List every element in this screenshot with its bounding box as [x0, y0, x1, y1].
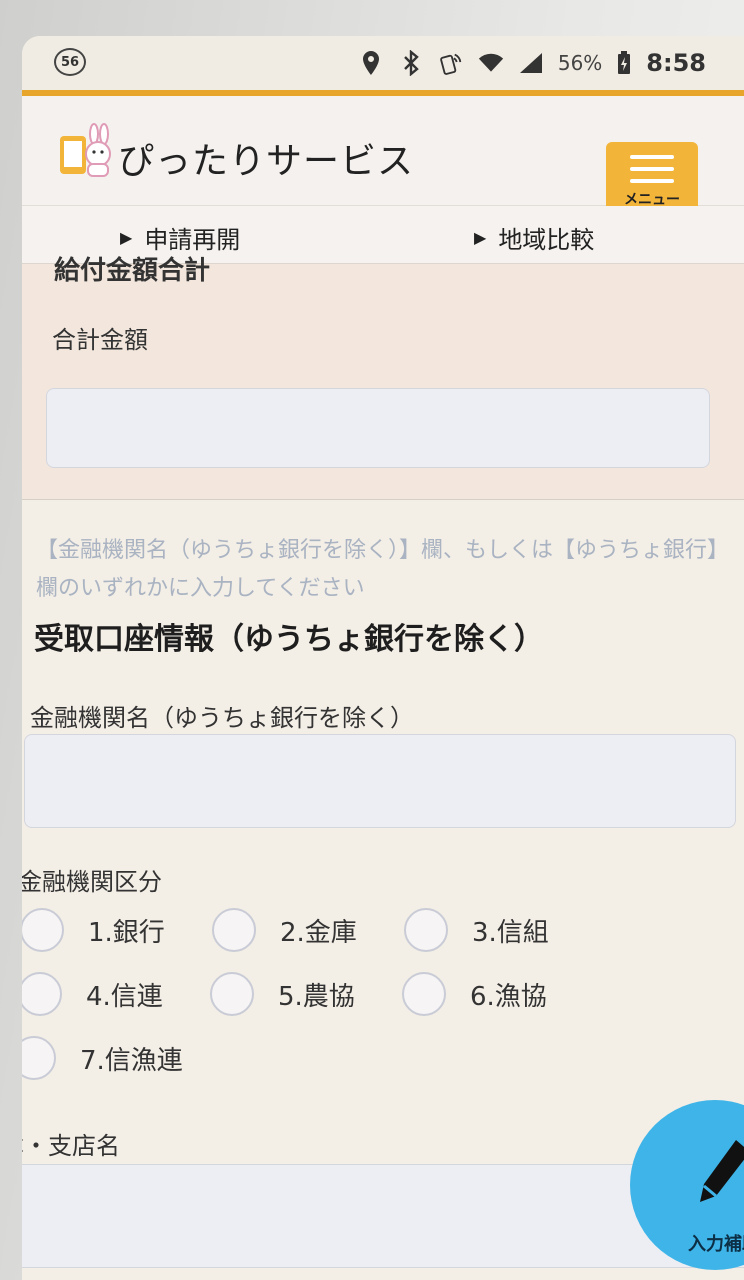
notification-badge: 56 [54, 48, 86, 76]
section-heading-cut-off: 給付金額合計 [54, 256, 211, 286]
total-amount-section: 給付金額合計 合計金額 [22, 256, 744, 500]
radio-option-gyokyo[interactable]: 6.漁協 [402, 972, 570, 1016]
triangle-right-icon: ▶ [120, 228, 133, 247]
radio-button[interactable] [212, 908, 256, 952]
section-title-bank-account: 受取口座情報（ゆうちょ銀行を除く） [34, 622, 544, 657]
radio-label: 3.信組 [472, 917, 549, 948]
battery-icon [616, 50, 632, 76]
radio-label: 2.金庫 [280, 917, 357, 948]
bank-name-label: 金融機関名（ゆうちょ銀行を除く） [30, 704, 414, 732]
radio-label: 5.農協 [278, 981, 355, 1012]
bank-name-input[interactable] [24, 734, 736, 828]
nav-link-region-compare[interactable]: ▶ 地域比較 [474, 220, 594, 255]
nfc-icon [438, 50, 464, 76]
fab-label: 入力補助 [688, 1234, 744, 1255]
radio-option-nokyo[interactable]: 5.農協 [210, 972, 378, 1016]
triangle-right-icon: ▶ [474, 228, 487, 247]
branch-name-label: 本・支店名 [22, 1132, 120, 1160]
form-content[interactable]: 給付金額合計 合計金額 【金融機関名（ゆうちょ銀行を除く）】欄、もしくは【ゆうち… [22, 256, 744, 1280]
bank-type-radio-row-1: 1.銀行 2.金庫 3.信組 [22, 908, 596, 952]
status-bar: 56 56% 8:58 [22, 36, 744, 90]
hamburger-icon [630, 155, 674, 183]
radio-button[interactable] [22, 972, 62, 1016]
bank-type-radio-row-3: 7.信漁連 [22, 1036, 244, 1080]
location-icon [358, 50, 384, 76]
battery-percent: 56% [557, 51, 603, 75]
clock: 8:58 [646, 49, 706, 77]
app-title: ぴったりサービス [118, 141, 415, 182]
total-amount-label: 合計金額 [52, 326, 148, 354]
radio-button[interactable] [402, 972, 446, 1016]
bank-type-label: 金融機関区分 [22, 868, 162, 896]
radio-label: 4.信連 [86, 981, 163, 1012]
input-hint: 【金融機関名（ゆうちょ銀行を除く）】欄、もしくは【ゆうちょ銀行】欄のいずれかに入… [36, 538, 719, 601]
radio-button[interactable] [22, 908, 64, 952]
signal-icon [518, 50, 544, 76]
radio-option-shinkumi[interactable]: 3.信組 [404, 908, 572, 952]
pencil-icon [692, 1136, 744, 1216]
radio-label: 7.信漁連 [80, 1045, 183, 1076]
radio-label: 1.銀行 [88, 917, 165, 948]
radio-button[interactable] [404, 908, 448, 952]
radio-option-bank[interactable]: 1.銀行 [22, 908, 188, 952]
wifi-icon [478, 50, 504, 76]
total-amount-input[interactable] [46, 388, 710, 468]
radio-option-shingyoren[interactable]: 7.信漁連 [22, 1036, 220, 1080]
rabbit-logo-icon[interactable] [56, 122, 114, 180]
radio-button[interactable] [210, 972, 254, 1016]
radio-label: 6.漁協 [470, 981, 547, 1012]
bluetooth-icon [398, 50, 424, 76]
radio-button[interactable] [22, 1036, 56, 1080]
radio-option-shinkin[interactable]: 2.金庫 [212, 908, 380, 952]
bank-type-radio-row-2: 4.信連 5.農協 6.漁協 [22, 972, 594, 1016]
radio-option-shinren[interactable]: 4.信連 [22, 972, 186, 1016]
app-header: ぴったりサービス メニュー [22, 96, 744, 222]
phone-screen: 56 56% 8:58 ぴったりサービス メニュー ▶ 申請再開 ▶ 地域比較 … [22, 36, 744, 1280]
nav-link-label: 地域比較 [498, 226, 595, 254]
